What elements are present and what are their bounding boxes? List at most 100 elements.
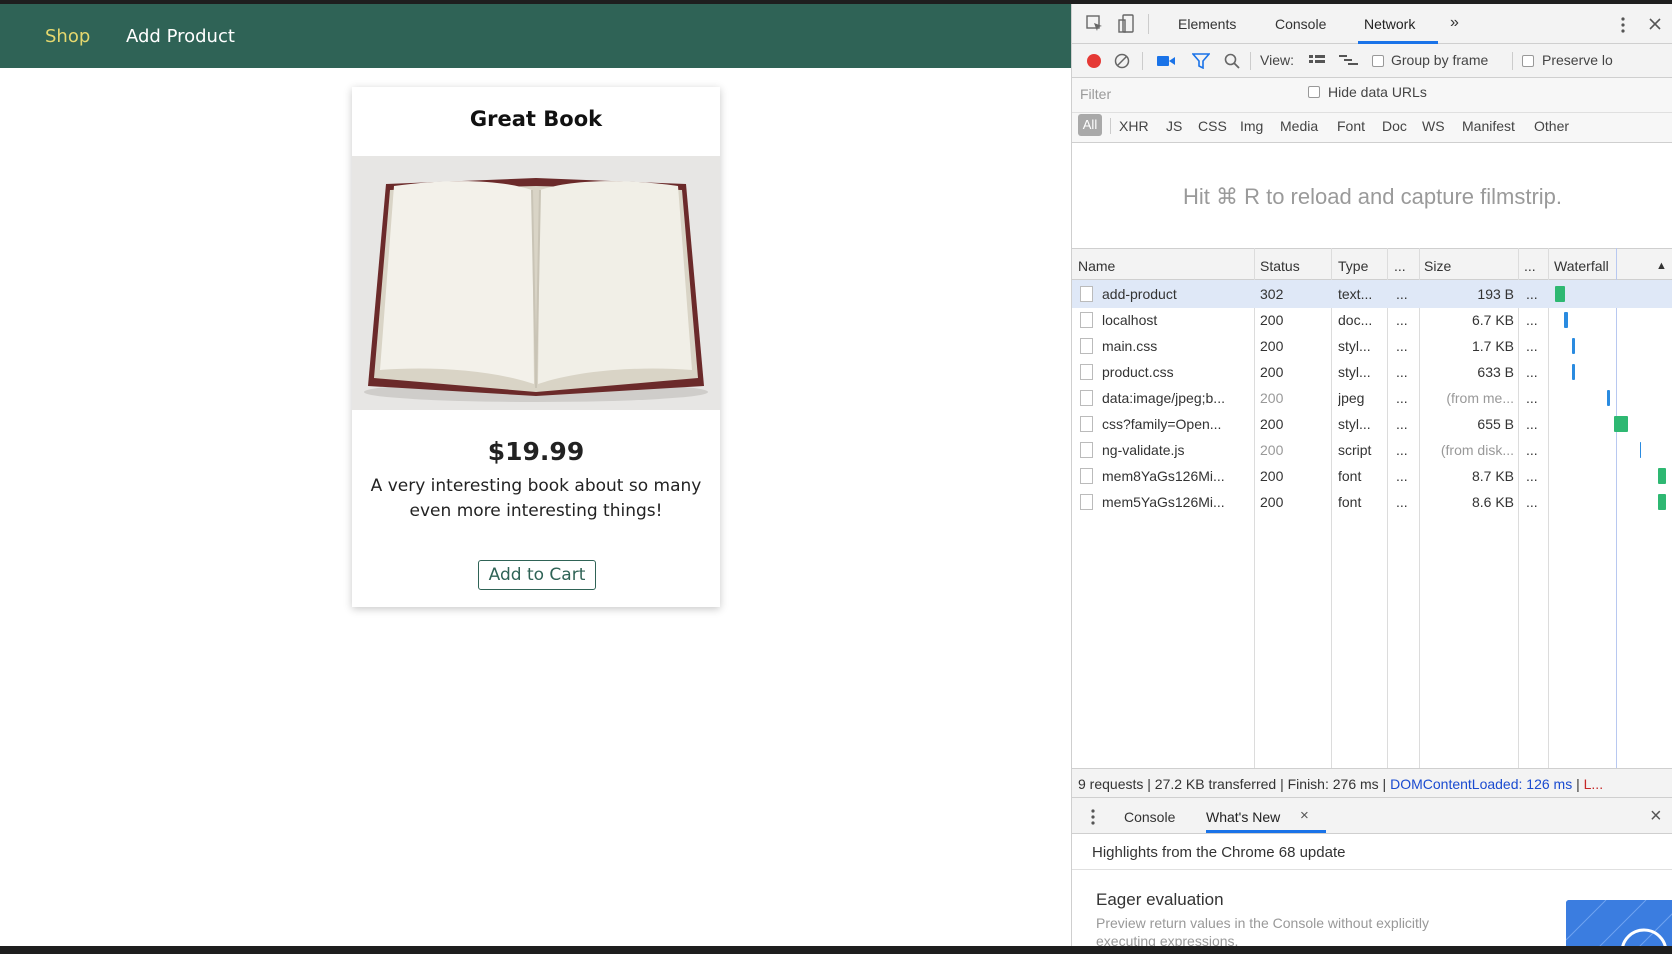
active-drawer-tab-indicator [1206, 830, 1326, 833]
cell-name: css?family=Open... [1102, 416, 1222, 432]
group-by-frame-checkbox[interactable] [1372, 55, 1384, 67]
cell-initiator: ... [1396, 390, 1408, 406]
type-filter-media[interactable]: Media [1280, 118, 1318, 134]
cell-size: 193 B [1477, 286, 1514, 302]
cell-name: localhost [1102, 312, 1158, 328]
waterfall-bar [1564, 312, 1568, 328]
cell-status: 200 [1260, 364, 1284, 380]
whats-new-heading: Highlights from the Chrome 68 update [1072, 834, 1672, 870]
table-row[interactable]: localhost 200 doc...... 6.7 KB... [1072, 306, 1672, 334]
waterfall-bar [1572, 364, 1575, 380]
tab-console[interactable]: Console [1275, 16, 1326, 32]
cell-initiator: ... [1396, 494, 1408, 510]
cell-type: doc... [1338, 312, 1373, 328]
product-card: Great Book $19.99 A very interesting boo… [352, 87, 720, 607]
preserve-log-checkbox[interactable] [1522, 55, 1534, 67]
table-row[interactable]: add-product 302 text...... 193 B... [1072, 280, 1672, 308]
file-icon [1080, 364, 1093, 380]
table-row[interactable]: mem5YaGs126Mi... 200 font... 8.6 KB... [1072, 488, 1672, 516]
table-row[interactable]: main.css 200 styl...... 1.7 KB... [1072, 332, 1672, 360]
type-divider [1110, 118, 1111, 134]
close-devtools-icon[interactable] [1648, 17, 1662, 31]
capture-screenshots-icon[interactable] [1156, 54, 1176, 68]
sort-ascending-icon[interactable]: ▲ [1656, 260, 1667, 272]
cell-size: (from me... [1446, 390, 1514, 406]
waterfall-bar [1614, 416, 1628, 432]
column-initiator[interactable]: ... [1394, 258, 1406, 274]
network-summary-bar: 9 requests | 27.2 KB transferred | Finis… [1072, 768, 1672, 798]
drawer-menu-icon[interactable] [1090, 808, 1096, 826]
column-time[interactable]: ... [1524, 258, 1536, 274]
close-whats-new-icon[interactable]: × [1300, 807, 1309, 824]
more-tabs-button[interactable]: » [1450, 14, 1459, 32]
filter-icon[interactable] [1192, 53, 1210, 69]
cell-initiator: ... [1396, 416, 1408, 432]
cell-type: font [1338, 468, 1362, 484]
table-row[interactable]: mem8YaGs126Mi... 200 font... 8.7 KB... [1072, 462, 1672, 490]
table-header: Name Status Type ... Size ... Waterfall … [1072, 248, 1672, 280]
nav-link-shop[interactable]: Shop [45, 26, 90, 47]
nav-link-add-product[interactable]: Add Product [126, 26, 235, 47]
type-filter-js[interactable]: JS [1166, 118, 1182, 134]
feature-title[interactable]: Eager evaluation [1096, 890, 1224, 910]
hide-data-urls-checkbox[interactable] [1308, 86, 1320, 98]
large-rows-icon[interactable] [1308, 54, 1326, 68]
drawer-tab-console[interactable]: Console [1124, 809, 1175, 825]
preserve-log-label: Preserve lo [1542, 52, 1613, 68]
type-filter-manifest[interactable]: Manifest [1462, 118, 1515, 134]
type-filter-font[interactable]: Font [1337, 118, 1365, 134]
filter-input[interactable] [1076, 82, 1296, 106]
type-filter-other[interactable]: Other [1534, 118, 1569, 134]
device-toolbar-icon[interactable] [1118, 14, 1136, 34]
type-filter-ws[interactable]: WS [1422, 118, 1445, 134]
filter-divider [1072, 112, 1672, 113]
cell-name: mem8YaGs126Mi... [1102, 468, 1225, 484]
cell-status: 200 [1260, 390, 1284, 406]
type-filter-doc[interactable]: Doc [1382, 118, 1407, 134]
close-drawer-icon[interactable]: × [1650, 805, 1662, 828]
search-icon[interactable] [1224, 53, 1240, 69]
column-name[interactable]: Name [1078, 258, 1115, 274]
summary-separator: | [1572, 776, 1584, 792]
cell-name: ng-validate.js [1102, 442, 1185, 458]
cell-time: ... [1526, 286, 1538, 302]
overview-waterfall-icon[interactable] [1338, 53, 1360, 69]
cell-type: script [1338, 442, 1372, 458]
tab-network[interactable]: Network [1364, 16, 1415, 32]
table-row[interactable]: ng-validate.js 200 script... (from disk....… [1072, 436, 1672, 464]
cell-time: ... [1526, 416, 1538, 432]
tab-elements[interactable]: Elements [1178, 16, 1236, 32]
type-filter-css[interactable]: CSS [1198, 118, 1227, 134]
product-image [352, 156, 720, 410]
feature-thumbnail[interactable] [1566, 900, 1672, 946]
drawer-tab-whats-new[interactable]: What's New [1206, 809, 1280, 825]
network-toolbar: View: Group by frame Preserve lo [1072, 44, 1672, 78]
cell-name: product.css [1102, 364, 1174, 380]
record-icon[interactable] [1086, 53, 1102, 69]
kebab-menu-icon[interactable] [1620, 16, 1626, 34]
main-navigation: Shop Add Product [0, 4, 1071, 68]
toolbar-divider [1512, 52, 1513, 70]
column-status[interactable]: Status [1260, 258, 1300, 274]
cell-initiator: ... [1396, 468, 1408, 484]
type-filter-xhr[interactable]: XHR [1119, 118, 1149, 134]
table-row[interactable]: data:image/jpeg;b... 200 jpeg... (from me..… [1072, 384, 1672, 412]
column-waterfall[interactable]: Waterfall [1554, 258, 1609, 274]
drawer-tab-bar: Console What's New × × [1072, 798, 1672, 834]
cell-status: 200 [1260, 338, 1284, 354]
table-row[interactable]: css?family=Open... 200 styl...... 655 B... [1072, 410, 1672, 438]
file-icon [1080, 338, 1093, 354]
whats-new-panel: Highlights from the Chrome 68 update Eag… [1072, 834, 1672, 946]
column-size[interactable]: Size [1424, 258, 1451, 274]
cell-size: 1.7 KB [1471, 338, 1514, 354]
summary-dom-content-loaded: DOMContentLoaded: 126 ms [1390, 776, 1573, 792]
inspect-element-icon[interactable] [1086, 15, 1104, 33]
add-to-cart-button[interactable]: Add to Cart [478, 560, 596, 590]
type-filter-all[interactable]: All [1078, 114, 1102, 136]
column-type[interactable]: Type [1338, 258, 1368, 274]
clear-icon[interactable] [1114, 53, 1130, 69]
table-row[interactable]: product.css 200 styl...... 633 B... [1072, 358, 1672, 386]
cell-status: 200 [1260, 312, 1284, 328]
cell-initiator: ... [1396, 442, 1408, 458]
type-filter-img[interactable]: Img [1240, 118, 1263, 134]
